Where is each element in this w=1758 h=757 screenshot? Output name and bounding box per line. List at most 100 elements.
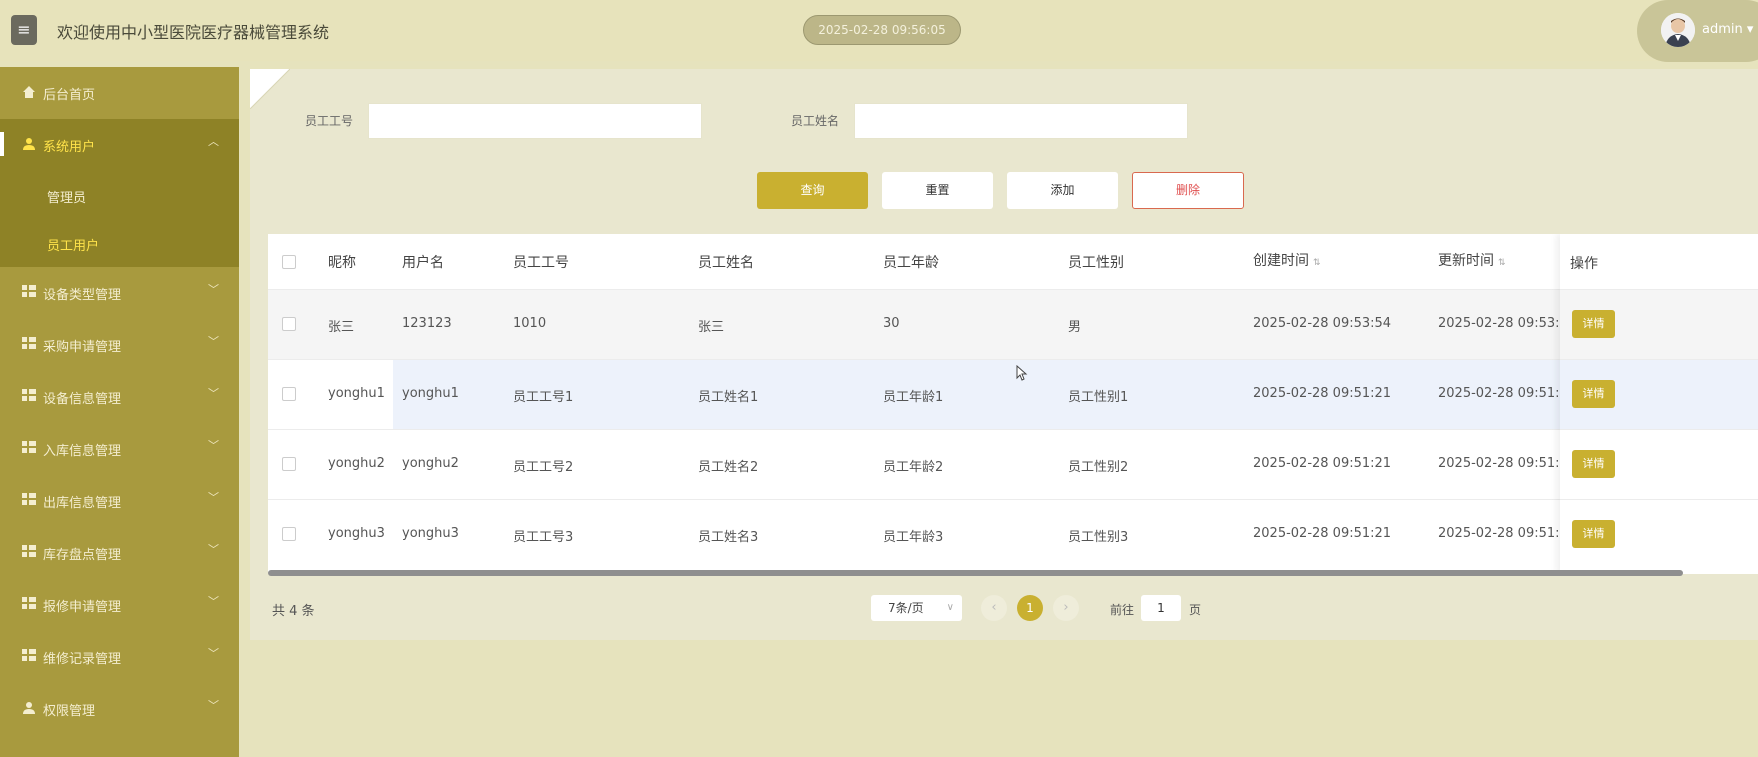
grid-icon xyxy=(22,545,36,559)
sidebar-item-label: 入库信息管理 xyxy=(43,444,122,459)
active-marker xyxy=(0,132,4,156)
table-row: yonghu1 yonghu1 员工工号1 员工姓名1 员工年龄1 员工性别1 … xyxy=(268,359,1758,430)
sidebar-item-label: 库存盘点管理 xyxy=(43,548,122,563)
cell-nickname: yonghu1 xyxy=(328,386,385,401)
sidebar-item-admin[interactable]: 管理员 xyxy=(0,171,239,219)
sidebar-item-label: 报修申请管理 xyxy=(43,600,122,615)
row-checkbox[interactable] xyxy=(282,317,296,331)
sidebar-item-employee-users[interactable]: 员工用户 xyxy=(0,219,239,267)
cell-emp-name: 员工姓名2 xyxy=(698,460,759,475)
sidebar-item-stock-out[interactable]: 出库信息管理 ﹀ xyxy=(0,475,239,527)
chevron-down-icon: ﹀ xyxy=(208,387,219,400)
cell-username: yonghu1 xyxy=(402,386,459,401)
detail-button[interactable]: 详情 xyxy=(1572,310,1615,338)
sidebar-item-label: 权限管理 xyxy=(43,704,96,719)
cell-created-at: 2025-02-28 09:51:21 xyxy=(1253,526,1392,541)
row-checkbox[interactable] xyxy=(282,387,296,401)
select-all-checkbox[interactable] xyxy=(282,255,296,269)
detail-button[interactable]: 详情 xyxy=(1572,380,1615,408)
cell-emp-age: 员工年龄2 xyxy=(883,460,944,475)
sidebar-item-label: 采购申请管理 xyxy=(43,340,122,355)
next-page-icon[interactable]: › xyxy=(1053,595,1079,621)
table-row: 张三 123123 1010 张三 30 男 2025-02-28 09:53:… xyxy=(268,289,1758,359)
sidebar-item-home[interactable]: 后台首页 xyxy=(0,67,239,119)
user-icon xyxy=(23,138,35,150)
table-row: yonghu3 yonghu3 员工工号3 员工姓名3 员工年龄3 员工性别3 … xyxy=(268,499,1758,569)
row-checkbox[interactable] xyxy=(282,527,296,541)
sidebar-item-label: 设备类型管理 xyxy=(43,288,122,303)
menu-toggle-icon[interactable]: ≡ xyxy=(11,15,37,45)
goto-page-input[interactable]: 1 xyxy=(1141,595,1181,621)
sidebar-item-device-type[interactable]: 设备类型管理 ﹀ xyxy=(0,267,239,319)
app-title: 欢迎使用中小型医院医疗器械管理系统 xyxy=(57,23,330,42)
col-created-at[interactable]: 创建时间 ⇅ xyxy=(1253,250,1321,270)
cell-updated-at: 2025-02-28 09:53:5 xyxy=(1438,316,1568,331)
sidebar-item-stock-in[interactable]: 入库信息管理 ﹀ xyxy=(0,423,239,475)
cell-username: 123123 xyxy=(402,316,452,331)
col-updated-at[interactable]: 更新时间 ⇅ xyxy=(1438,250,1506,270)
total-count: 共 4 条 xyxy=(272,604,315,619)
sidebar-item-inventory[interactable]: 库存盘点管理 ﹀ xyxy=(0,527,239,579)
sidebar-item-repair-record[interactable]: 维修记录管理 ﹀ xyxy=(0,631,239,683)
emp-name-input[interactable] xyxy=(854,103,1188,139)
prev-page-icon[interactable]: ‹ xyxy=(981,595,1007,621)
table-row: yonghu2 yonghu2 员工工号2 员工姓名2 员工年龄2 员工性别2 … xyxy=(268,429,1758,499)
chevron-down-icon: ﹀ xyxy=(208,335,219,348)
horizontal-scrollbar[interactable] xyxy=(268,570,1683,576)
cell-emp-name: 张三 xyxy=(698,320,725,335)
sidebar-item-permissions[interactable]: 权限管理 ﹀ xyxy=(0,683,239,735)
sidebar-item-repair-request[interactable]: 报修申请管理 ﹀ xyxy=(0,579,239,631)
cell-emp-name: 员工姓名1 xyxy=(698,390,759,405)
current-datetime: 2025-02-28 09:56:05 xyxy=(803,15,961,45)
emp-no-input[interactable] xyxy=(368,103,702,139)
chevron-down-icon: ∨ xyxy=(946,602,954,613)
cell-emp-gender: 男 xyxy=(1068,320,1082,335)
col-emp-age: 员工年龄 xyxy=(883,255,939,271)
cell-emp-name: 员工姓名3 xyxy=(698,530,759,545)
chevron-up-icon: ︿ xyxy=(208,135,219,148)
delete-button[interactable]: 删除 xyxy=(1132,172,1244,209)
data-table: 昵称 用户名 员工工号 员工姓名 员工年龄 员工性别 创建时间 ⇅ 更新时间 ⇅ 张… xyxy=(268,234,1758,574)
cell-emp-no: 员工工号3 xyxy=(513,530,574,545)
chevron-down-icon: ﹀ xyxy=(208,543,219,556)
row-checkbox[interactable] xyxy=(282,457,296,471)
cell-emp-age: 员工年龄3 xyxy=(883,530,944,545)
page-size-select[interactable]: 7条/页 ∨ xyxy=(871,595,962,621)
user-icon xyxy=(23,702,35,714)
cell-updated-at: 2025-02-28 09:51:2 xyxy=(1438,386,1568,401)
add-button[interactable]: 添加 xyxy=(1007,172,1118,209)
sidebar-item-system-users[interactable]: 系统用户 ︿ xyxy=(0,119,239,171)
emp-no-label: 员工工号 xyxy=(305,114,354,128)
sidebar-item-label: 后台首页 xyxy=(43,88,96,103)
cell-nickname: yonghu3 xyxy=(328,526,385,541)
cell-updated-at: 2025-02-28 09:51:2 xyxy=(1438,526,1568,541)
goto-label: 前往 xyxy=(1110,603,1135,617)
cell-created-at: 2025-02-28 09:53:54 xyxy=(1253,316,1392,331)
query-button[interactable]: 查询 xyxy=(757,172,868,209)
detail-button[interactable]: 详情 xyxy=(1572,450,1615,478)
reset-button[interactable]: 重置 xyxy=(882,172,993,209)
page-number[interactable]: 1 xyxy=(1017,595,1043,621)
grid-icon xyxy=(22,649,36,663)
mouse-cursor-icon xyxy=(1016,365,1028,381)
cell-emp-gender: 员工性别2 xyxy=(1068,460,1129,475)
top-header: ≡ 欢迎使用中小型医院医疗器械管理系统 2025-02-28 09:56:05 … xyxy=(0,0,1758,62)
chevron-down-icon: ﹀ xyxy=(208,647,219,660)
cell-nickname: 张三 xyxy=(328,320,355,335)
grid-icon xyxy=(22,337,36,351)
detail-button[interactable]: 详情 xyxy=(1572,520,1615,548)
cell-username: yonghu2 xyxy=(402,456,459,471)
chevron-down-icon: ﹀ xyxy=(208,699,219,712)
sidebar-item-device-info[interactable]: 设备信息管理 ﹀ xyxy=(0,371,239,423)
avatar[interactable] xyxy=(1661,13,1695,47)
sidebar-item-purchase[interactable]: 采购申请管理 ﹀ xyxy=(0,319,239,371)
sidebar-item-label: 系统用户 xyxy=(43,140,96,155)
cell-created-at: 2025-02-28 09:51:21 xyxy=(1253,456,1392,471)
cell-updated-at: 2025-02-28 09:51:2 xyxy=(1438,456,1568,471)
user-name[interactable]: admin ▾ xyxy=(1702,22,1753,37)
submenu-system-users: 管理员 员工用户 xyxy=(0,171,239,267)
grid-icon xyxy=(22,441,36,455)
home-icon xyxy=(23,86,35,98)
cell-emp-gender: 员工性别1 xyxy=(1068,390,1129,405)
grid-icon xyxy=(22,389,36,403)
